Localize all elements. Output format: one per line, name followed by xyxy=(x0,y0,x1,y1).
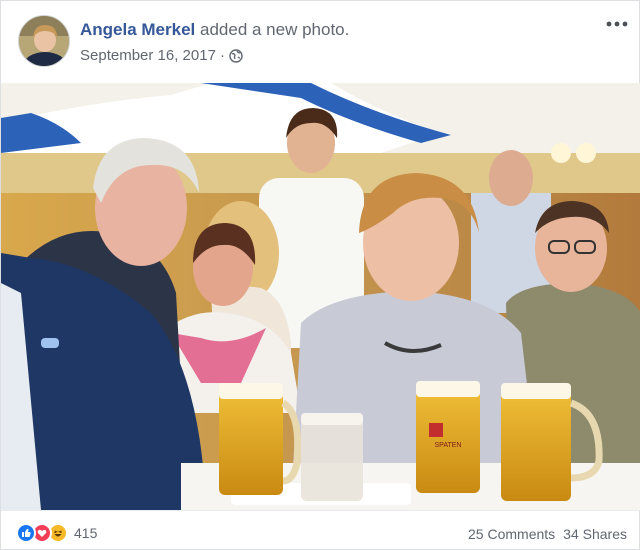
like-icon xyxy=(16,523,36,543)
reactions-summary[interactable]: 415 xyxy=(16,523,97,543)
avatar-image xyxy=(19,16,69,66)
engagement-counts: 25 Comments 34 Shares xyxy=(468,524,627,544)
post-action-text: added a new photo. xyxy=(200,20,350,39)
post-footer: 415 25 Comments 34 Shares xyxy=(1,510,640,550)
globe-icon[interactable] xyxy=(229,49,243,63)
author-avatar[interactable] xyxy=(18,15,70,67)
post-title-line: Angela Merkel added a new photo. xyxy=(80,19,349,41)
post-header: Angela Merkel added a new photo. Septemb… xyxy=(1,1,640,83)
post-photo[interactable]: SPATEN xyxy=(1,83,640,510)
post-date-link[interactable]: September 16, 2017 xyxy=(80,46,216,66)
meta-separator: · xyxy=(219,47,225,64)
more-options-icon[interactable] xyxy=(605,13,629,35)
comments-count-link[interactable]: 25 Comments xyxy=(468,524,555,544)
facebook-post: Angela Merkel added a new photo. Septemb… xyxy=(0,0,640,550)
shares-count-link[interactable]: 34 Shares xyxy=(563,524,627,544)
author-name-link[interactable]: Angela Merkel xyxy=(80,20,195,39)
post-meta: September 16, 2017 · xyxy=(80,46,243,66)
mug-logo-text: SPATEN xyxy=(435,442,462,449)
reaction-count: 415 xyxy=(74,525,98,541)
photo-image: SPATEN xyxy=(1,83,640,510)
